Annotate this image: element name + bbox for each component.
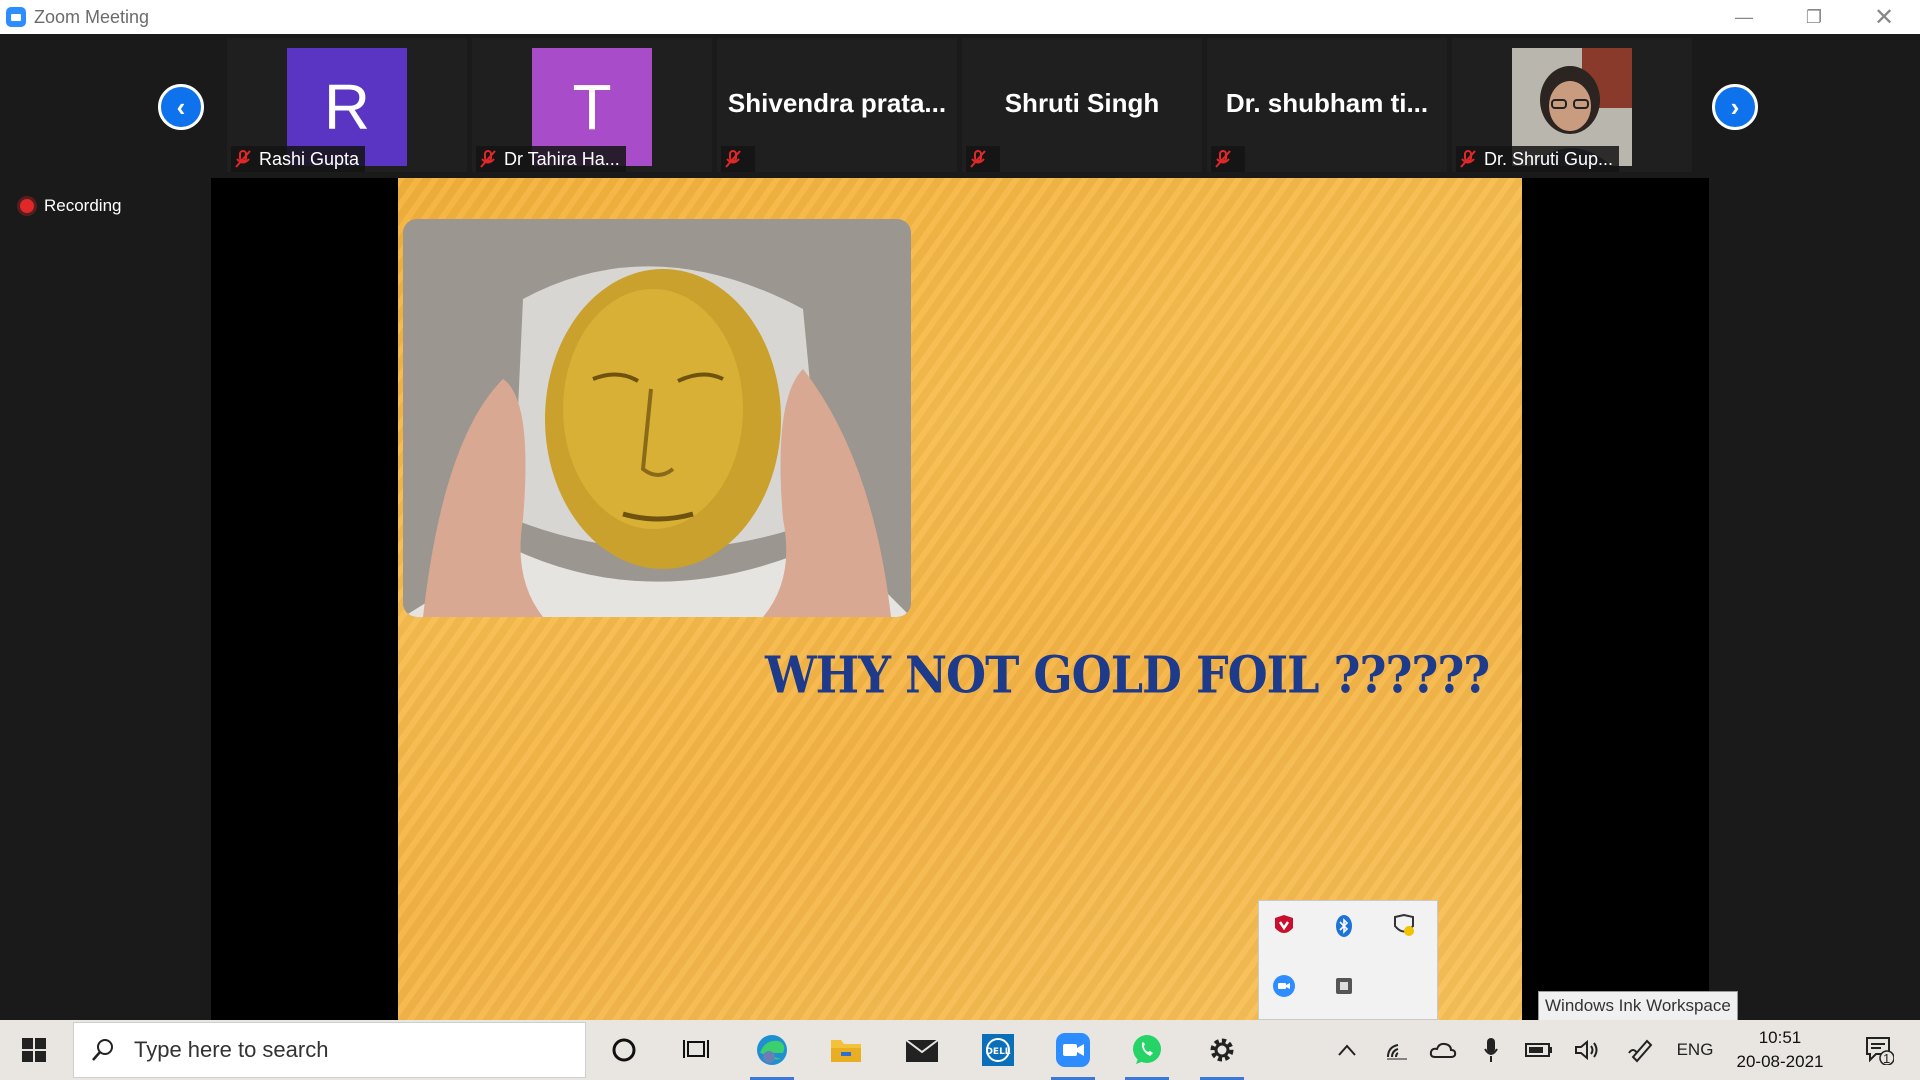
taskbar-search-box[interactable]: Type here to search <box>73 1022 586 1078</box>
cortana-icon <box>612 1038 636 1062</box>
speaker-icon <box>1575 1039 1598 1061</box>
cortana-button[interactable] <box>594 1020 654 1080</box>
chevron-right-icon: › <box>1730 91 1740 122</box>
participant-name: Rashi Gupta <box>259 148 360 169</box>
edge-icon <box>757 1035 787 1065</box>
slide-headline: WHY NOT GOLD FOIL ?????? <box>765 645 1490 705</box>
avatar-initial: R <box>323 71 371 143</box>
settings-taskbar-button[interactable] <box>1192 1020 1252 1080</box>
participant-label <box>721 146 755 172</box>
title-bar: Zoom Meeting — ❐ ✕ <box>0 0 1920 34</box>
search-placeholder: Type here to search <box>134 1037 329 1062</box>
whatsapp-icon <box>1133 1035 1161 1064</box>
chevron-left-icon: ‹ <box>176 91 186 122</box>
volume-tray-icon[interactable] <box>1570 1020 1604 1080</box>
participant-tile[interactable]: Dr. Shruti Gup... <box>1452 38 1692 172</box>
participant-name: Dr. shubham ti... <box>1225 88 1429 118</box>
restore-button[interactable]: ❐ <box>1784 0 1844 34</box>
next-page-button[interactable]: › <box>1712 84 1758 130</box>
recording-label: Recording <box>44 196 122 215</box>
file-explorer-button[interactable] <box>816 1020 876 1080</box>
participant-tile[interactable]: Shruti Singh <box>962 38 1202 172</box>
network-tray-icon[interactable] <box>1380 1020 1414 1080</box>
onedrive-tray-icon[interactable] <box>1426 1020 1460 1080</box>
dell-app-button[interactable]: DELL <box>968 1020 1028 1080</box>
mcafee-icon[interactable] <box>1269 911 1299 941</box>
participant-tile[interactable]: Dr. shubham ti... <box>1207 38 1447 172</box>
clock-date: 20-08-2021 <box>1736 1052 1824 1071</box>
windows-ink-tooltip: Windows Ink Workspace <box>1538 991 1738 1021</box>
gear-icon <box>1210 1038 1234 1062</box>
zoom-icon <box>1056 1033 1090 1067</box>
microphone-icon <box>1484 1038 1498 1062</box>
participant-label: Dr Tahira Ha... <box>476 146 626 172</box>
edge-taskbar-button[interactable] <box>742 1020 802 1080</box>
battery-tray-icon[interactable] <box>1522 1020 1556 1080</box>
task-view-icon <box>683 1040 709 1058</box>
bluetooth-icon[interactable] <box>1329 911 1359 941</box>
close-button[interactable]: ✕ <box>1854 0 1914 34</box>
microphone-tray-icon[interactable] <box>1476 1020 1506 1080</box>
muted-mic-icon <box>1460 150 1476 168</box>
device-tray-icon[interactable] <box>1329 971 1359 1001</box>
participant-label: Dr. Shruti Gup... <box>1456 146 1620 172</box>
folder-icon <box>831 1040 861 1062</box>
participant-label <box>1211 146 1245 172</box>
notification-count: 1 <box>1883 1051 1891 1066</box>
muted-mic-icon <box>970 150 986 168</box>
participant-name: Dr. Shruti Gup... <box>1484 148 1614 169</box>
avatar-initial: T <box>572 71 612 143</box>
participant-name: Shruti Singh <box>1004 88 1160 118</box>
minimize-button[interactable]: — <box>1714 0 1774 34</box>
clock-time: 10:51 <box>1758 1028 1802 1047</box>
previous-page-button[interactable]: ‹ <box>158 84 204 130</box>
windows-ink-tray-button[interactable] <box>1624 1020 1658 1080</box>
participant-tile[interactable]: Shivendra prata... <box>717 38 957 172</box>
muted-mic-icon <box>1215 150 1231 168</box>
recording-dot-icon <box>20 199 34 213</box>
svg-text:DELL: DELL <box>985 1047 1010 1057</box>
security-shield-icon[interactable] <box>1389 911 1419 941</box>
participant-tile[interactable]: R Rashi Gupta <box>227 38 467 172</box>
mail-button[interactable] <box>892 1020 952 1080</box>
action-center-button[interactable]: 1 <box>1854 1020 1904 1080</box>
participant-tile[interactable]: T Dr Tahira Ha... <box>472 38 712 172</box>
gold-foil-mask-photo <box>403 219 911 617</box>
chevron-up-icon <box>1338 1044 1356 1056</box>
participant-label: Rashi Gupta <box>231 146 366 172</box>
window-title: Zoom Meeting <box>34 6 150 27</box>
mail-icon <box>905 1039 939 1062</box>
show-hidden-icons-button[interactable] <box>1332 1020 1362 1080</box>
participant-strip: ‹ R Rashi Gupta T Dr Tahira Ha... Shiven… <box>0 34 1920 176</box>
pen-icon <box>1628 1039 1653 1063</box>
participant-label <box>966 146 1000 172</box>
search-icon <box>92 1039 113 1061</box>
windows-logo-icon <box>22 1038 46 1062</box>
cloud-icon <box>1429 1042 1457 1058</box>
zoom-app-icon <box>6 7 26 27</box>
wifi-icon <box>1387 1044 1407 1060</box>
muted-mic-icon <box>725 150 741 168</box>
whatsapp-taskbar-button[interactable] <box>1117 1020 1177 1080</box>
tray-overflow-popup <box>1258 900 1438 1020</box>
participant-name: Shivendra prata... <box>727 88 947 118</box>
task-view-button[interactable] <box>666 1020 726 1080</box>
zoom-taskbar-button[interactable] <box>1043 1020 1103 1080</box>
start-button[interactable] <box>4 1020 64 1080</box>
muted-mic-icon <box>235 150 251 168</box>
battery-icon <box>1525 1043 1552 1057</box>
recording-indicator[interactable]: Recording <box>20 196 122 216</box>
presentation-slide: WHY NOT GOLD FOIL ?????? <box>398 178 1522 1020</box>
zoom-tray-icon[interactable] <box>1269 971 1299 1001</box>
dell-icon: DELL <box>982 1034 1014 1066</box>
input-language-indicator[interactable]: ENG <box>1670 1020 1720 1080</box>
taskbar: Type here to search DELL ENG 10:51 20-08… <box>0 1020 1920 1080</box>
taskbar-clock[interactable]: 10:51 20-08-2021 <box>1720 1026 1840 1074</box>
muted-mic-icon <box>480 150 496 168</box>
participant-name: Dr Tahira Ha... <box>504 148 620 169</box>
